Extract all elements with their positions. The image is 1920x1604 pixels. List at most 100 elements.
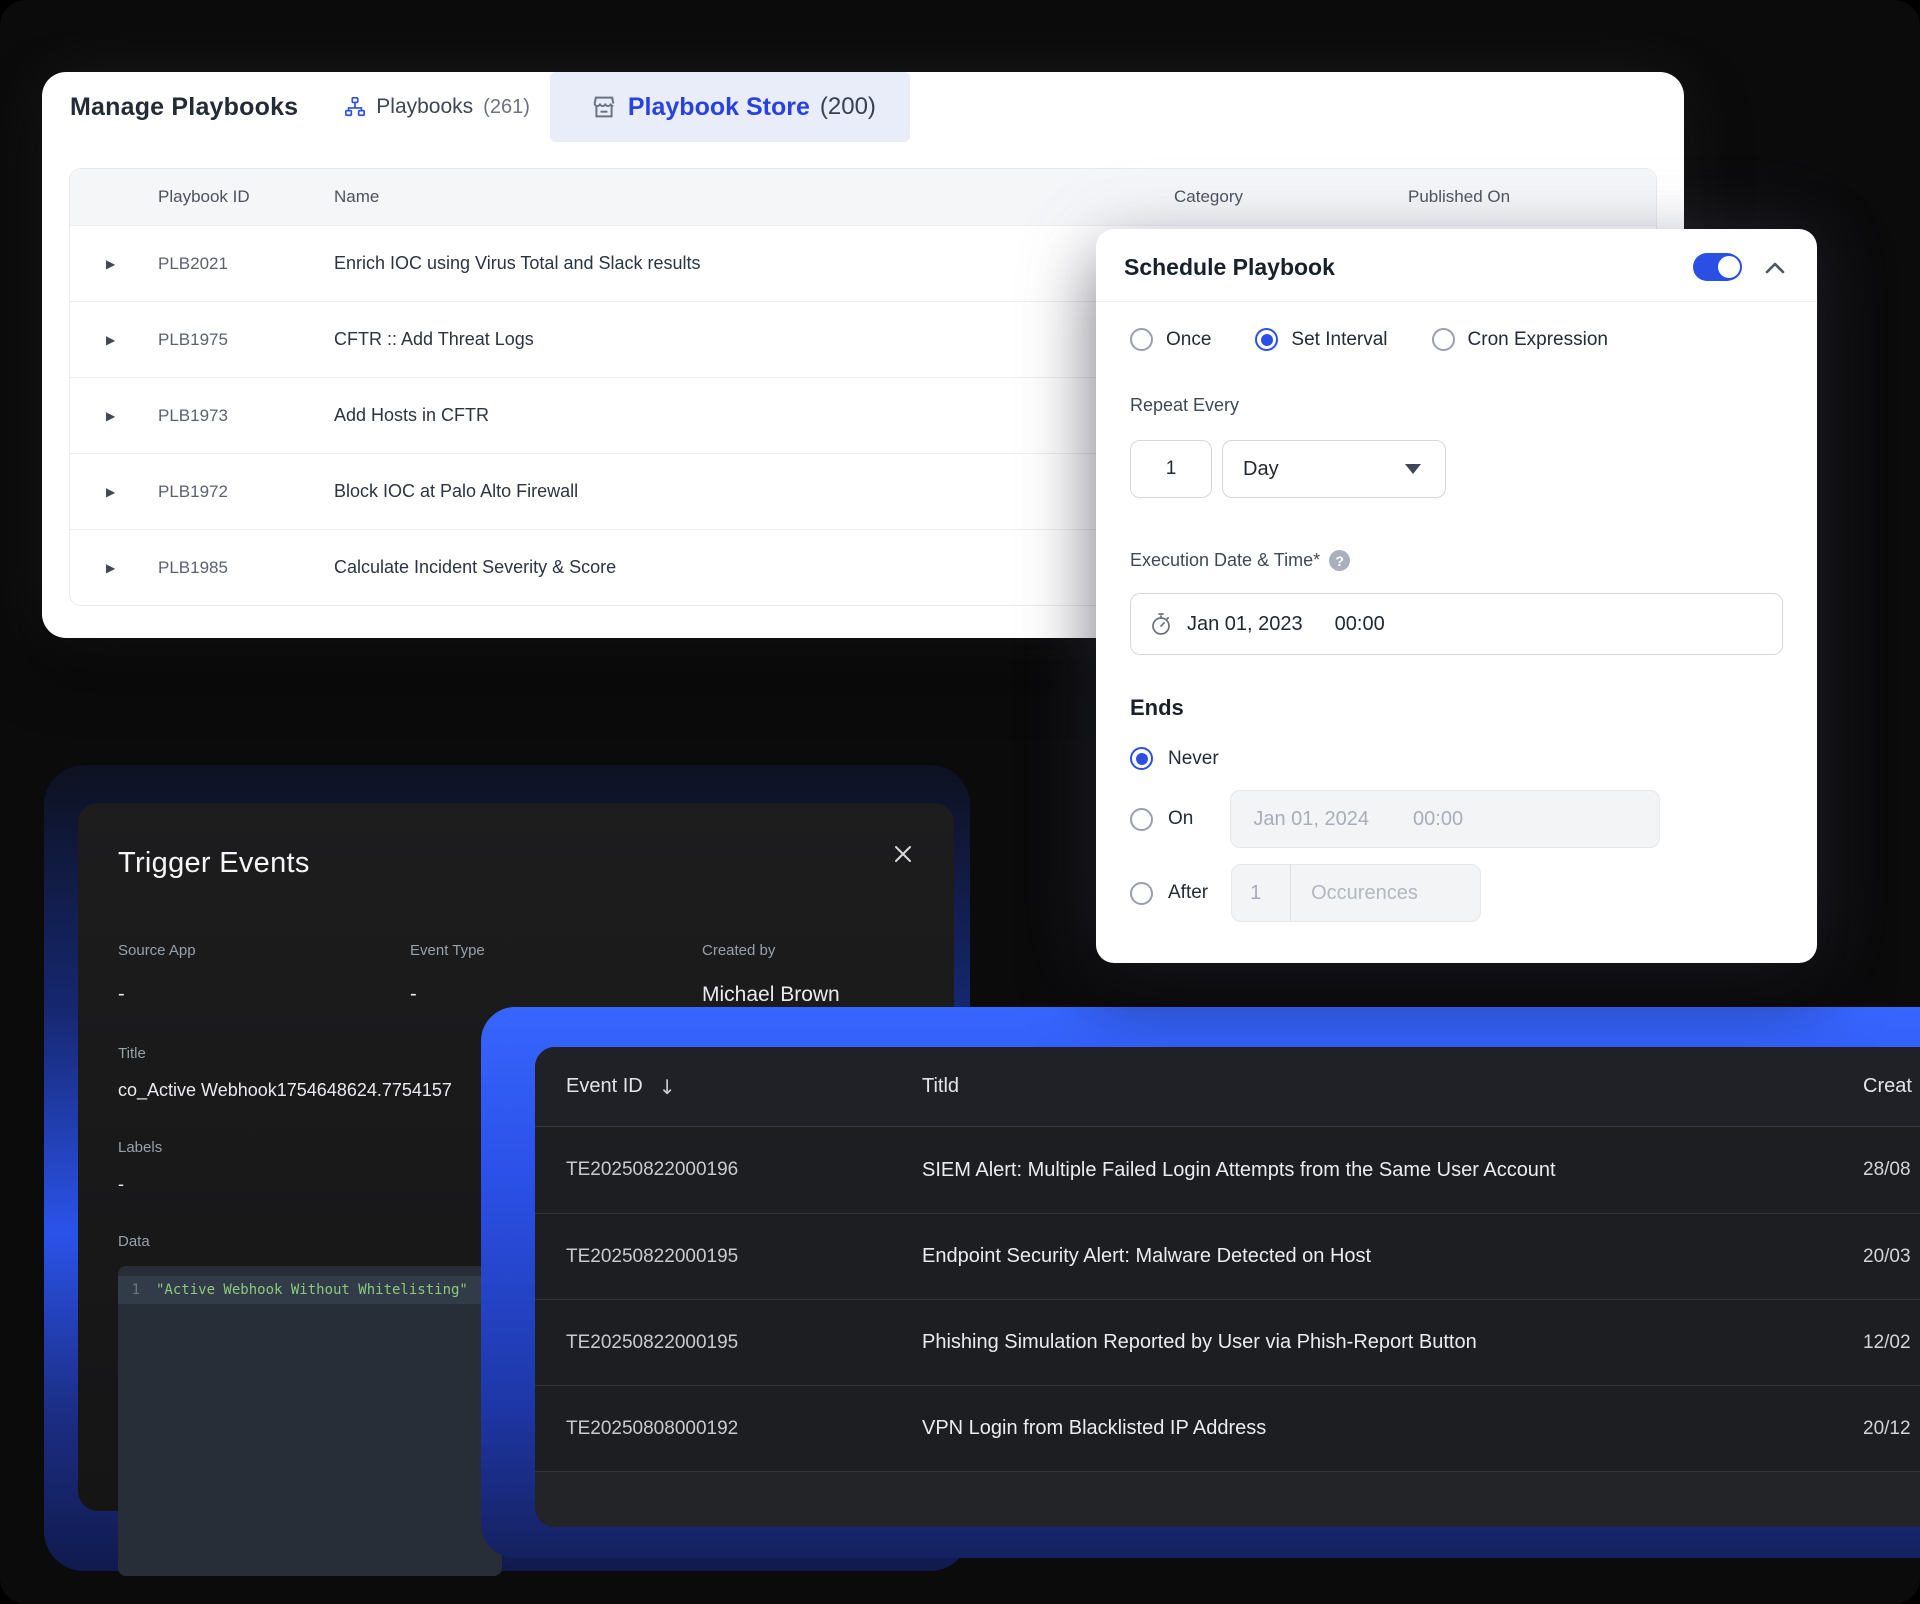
code-string: "Active Webhook Without Whitelisting" <box>156 1282 468 1298</box>
radio-after-circle[interactable] <box>1130 882 1153 905</box>
execution-datetime-label: Execution Date & Time* <box>1130 550 1320 571</box>
event-id: TE20250822000195 <box>566 1246 922 1268</box>
schedule-title: Schedule Playbook <box>1124 254 1335 281</box>
sort-descending-icon[interactable]: ↓ <box>659 1075 676 1099</box>
repeat-every-label: Repeat Every <box>1130 395 1783 416</box>
schedule-toggle[interactable] <box>1693 253 1741 281</box>
col-created[interactable]: Creat <box>1863 1075 1920 1098</box>
execution-time: 00:00 <box>1335 613 1385 636</box>
toggle-knob <box>1716 254 1742 280</box>
tab-playbook-store-label: Playbook Store <box>628 93 810 122</box>
tab-playbook-store[interactable]: Playbook Store (200) <box>550 72 910 142</box>
events-table-header: Event ID ↓ Titld Creat <box>535 1047 1920 1127</box>
event-id: TE20250822000195 <box>566 1332 922 1354</box>
select-caret-icon <box>1405 464 1421 474</box>
schedule-mode-options: Once Set Interval Cron Expression <box>1130 328 1783 351</box>
code-line: 1 "Active Webhook Without Whitelisting" <box>118 1276 502 1304</box>
ends-option-after[interactable]: After 1 Occurences <box>1130 864 1783 922</box>
page-title: Manage Playbooks <box>42 93 298 122</box>
source-app-field: Source App - <box>118 942 410 1007</box>
data-code-editor[interactable]: 1 "Active Webhook Without Whitelisting" <box>118 1266 502 1576</box>
radio-set-interval[interactable]: Set Interval <box>1255 328 1387 351</box>
events-table-body: TE20250822000196 SIEM Alert: Multiple Fa… <box>535 1127 1920 1471</box>
playbook-id: PLB1975 <box>158 330 334 350</box>
ends-label: Ends <box>1130 695 1783 721</box>
col-name: Name <box>334 187 1174 207</box>
radio-once-circle[interactable] <box>1130 328 1153 351</box>
repeat-unit-select[interactable]: Day <box>1222 440 1446 498</box>
col-playbook-id: Playbook ID <box>158 187 334 207</box>
schedule-header: Schedule Playbook <box>1096 229 1817 302</box>
tab-playbooks[interactable]: Playbooks (261) <box>344 72 530 142</box>
col-category: Category <box>1174 187 1388 207</box>
radio-cron-expression[interactable]: Cron Expression <box>1432 328 1608 351</box>
event-id: TE20250808000192 <box>566 1418 922 1440</box>
event-title: SIEM Alert: Multiple Failed Login Attemp… <box>922 1159 1863 1182</box>
expand-caret-icon[interactable]: ▶ <box>70 410 158 422</box>
event-type-field: Event Type - <box>410 942 702 1007</box>
playbook-id: PLB1972 <box>158 482 334 502</box>
hierarchy-icon <box>344 96 366 118</box>
event-title: VPN Login from Blacklisted IP Address <box>922 1417 1863 1440</box>
events-table-footer <box>535 1471 1920 1527</box>
expand-caret-icon[interactable]: ▶ <box>70 562 158 574</box>
execution-datetime-field[interactable]: Jan 01, 2023 00:00 <box>1130 593 1783 655</box>
playbook-name: Calculate Incident Severity & Score <box>334 557 1174 578</box>
tab-playbook-store-count: (200) <box>820 93 876 121</box>
col-title[interactable]: Titld <box>922 1075 1863 1098</box>
ends-after-occurrences-field[interactable]: 1 Occurences <box>1231 864 1481 922</box>
radio-set-interval-circle[interactable] <box>1255 328 1278 351</box>
event-id: TE20250822000196 <box>566 1159 922 1181</box>
event-row[interactable]: TE20250808000192 VPN Login from Blacklis… <box>535 1385 1920 1471</box>
event-title: Endpoint Security Alert: Malware Detecte… <box>922 1245 1863 1268</box>
repeat-count-input[interactable]: 1 <box>1130 440 1212 498</box>
stopwatch-icon <box>1149 612 1173 636</box>
trigger-events-title: Trigger Events <box>118 847 310 880</box>
line-number: 1 <box>118 1282 156 1298</box>
playbook-id: PLB1985 <box>158 558 334 578</box>
event-row[interactable]: TE20250822000195 Endpoint Security Alert… <box>535 1213 1920 1299</box>
ends-on-date: Jan 01, 2024 <box>1253 808 1369 831</box>
expand-caret-icon[interactable]: ▶ <box>70 334 158 346</box>
app-background: Manage Playbooks Playbooks (261) <box>0 0 1920 1604</box>
ends-option-never[interactable]: Never <box>1130 747 1783 770</box>
ends-on-time: 00:00 <box>1413 808 1463 831</box>
expand-caret-icon[interactable]: ▶ <box>70 486 158 498</box>
tab-playbooks-count: (261) <box>483 96 530 119</box>
store-icon <box>590 93 618 121</box>
ends-on-datetime-field[interactable]: Jan 01, 2024 00:00 <box>1230 790 1660 848</box>
ends-option-on[interactable]: On Jan 01, 2024 00:00 <box>1130 790 1783 848</box>
close-icon[interactable] <box>892 843 914 865</box>
event-date: 28/08 <box>1863 1159 1920 1181</box>
playbooks-header: Manage Playbooks Playbooks (261) <box>42 72 1684 142</box>
playbook-name: Add Hosts in CFTR <box>334 405 1174 426</box>
event-date: 20/12 <box>1863 1418 1920 1440</box>
tab-playbooks-label: Playbooks <box>376 95 473 119</box>
trigger-events-table-card: Event ID ↓ Titld Creat TE20250822000196 … <box>535 1047 1920 1527</box>
playbook-id: PLB1973 <box>158 406 334 426</box>
radio-once[interactable]: Once <box>1130 328 1211 351</box>
schedule-playbook-card: Schedule Playbook Once Set Interval <box>1096 229 1817 963</box>
radio-cron-circle[interactable] <box>1432 328 1455 351</box>
radio-on-circle[interactable] <box>1130 808 1153 831</box>
event-row[interactable]: TE20250822000196 SIEM Alert: Multiple Fa… <box>535 1127 1920 1213</box>
playbook-name: CFTR :: Add Threat Logs <box>334 329 1174 350</box>
playbook-name: Block IOC at Palo Alto Firewall <box>334 481 1174 502</box>
event-row[interactable]: TE20250822000195 Phishing Simulation Rep… <box>535 1299 1920 1385</box>
radio-never-circle[interactable] <box>1130 747 1153 770</box>
event-date: 20/03 <box>1863 1246 1920 1268</box>
ends-after-count: 1 <box>1232 882 1290 905</box>
playbooks-table-header: Playbook ID Name Category Published On <box>70 169 1656 225</box>
playbook-id: PLB2021 <box>158 254 334 274</box>
col-event-id[interactable]: Event ID ↓ <box>566 1075 922 1099</box>
playbook-name: Enrich IOC using Virus Total and Slack r… <box>334 253 1174 274</box>
help-icon[interactable]: ? <box>1329 550 1350 571</box>
expand-caret-icon[interactable]: ▶ <box>70 258 158 270</box>
chevron-up-icon[interactable] <box>1763 260 1787 275</box>
created-by-field: Created by Michael Brown <box>702 942 914 1007</box>
col-published-on: Published On <box>1388 187 1657 207</box>
event-date: 12/02 <box>1863 1332 1920 1354</box>
event-title: Phishing Simulation Reported by User via… <box>922 1331 1863 1354</box>
execution-date: Jan 01, 2023 <box>1187 613 1303 636</box>
ends-after-placeholder: Occurences <box>1290 865 1418 921</box>
